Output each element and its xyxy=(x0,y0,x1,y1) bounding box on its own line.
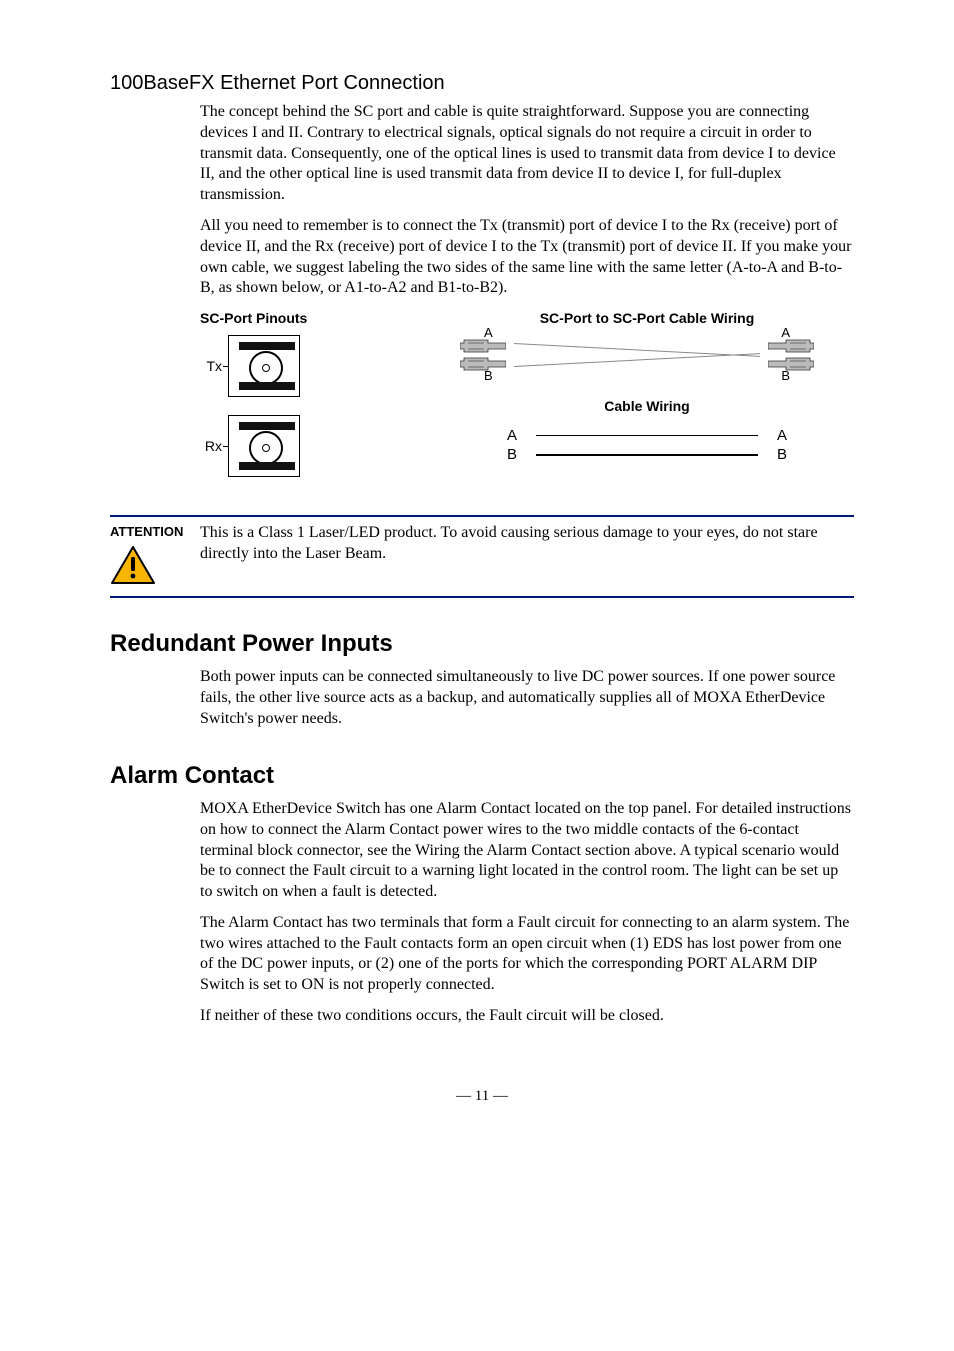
figure-wiring: SC-Port to SC-Port Cable Wiring A B A xyxy=(440,309,854,464)
wire-a-line xyxy=(536,435,758,437)
sc-plug-icon xyxy=(460,357,506,371)
label-a-right: A xyxy=(770,426,794,446)
heading-redundant-power: Redundant Power Inputs xyxy=(110,628,854,659)
label-b-left-bot: B xyxy=(484,368,493,385)
wire-b-line xyxy=(536,454,758,456)
paragraph-alarm-1: MOXA EtherDevice Switch has one Alarm Co… xyxy=(200,799,854,903)
port-tx: Tx xyxy=(200,335,440,397)
warning-triangle-icon xyxy=(110,545,200,590)
cable-wiring-diagram: Cable Wiring A A B B xyxy=(440,397,854,464)
paragraph-alarm-3: If neither of these two conditions occur… xyxy=(200,1006,854,1027)
section-redundant-body: Both power inputs can be connected simul… xyxy=(200,667,854,729)
plug-pair-left: A B xyxy=(460,339,506,371)
cross-cable-icon xyxy=(514,335,760,375)
sc-port-tx-icon xyxy=(228,335,300,397)
section-alarm-body: MOXA EtherDevice Switch has one Alarm Co… xyxy=(200,799,854,1027)
paragraph-fx-1: The concept behind the SC port and cable… xyxy=(200,102,854,206)
label-b-right-bot: B xyxy=(781,368,790,385)
heading-100basefx: 100BaseFX Ethernet Port Connection xyxy=(110,70,854,96)
heading-alarm-contact: Alarm Contact xyxy=(110,760,854,791)
attention-label-column: ATTENTION xyxy=(110,523,200,590)
figure-sc-ports: SC-Port Pinouts Tx Rx SC-Port to SC-Port… xyxy=(200,309,854,495)
paragraph-fx-2: All you need to remember is to connect t… xyxy=(200,216,854,299)
plug-cross-diagram: A B A B xyxy=(460,335,814,375)
port-rx: Rx xyxy=(200,415,440,477)
paragraph-redundant: Both power inputs can be connected simul… xyxy=(200,667,854,729)
plug-pair-right: A B xyxy=(768,339,814,371)
cable-wiring-title: Cable Wiring xyxy=(440,397,854,415)
label-b-right: B xyxy=(770,445,794,465)
label-b-left: B xyxy=(500,445,524,465)
sc-port-rx-icon xyxy=(228,415,300,477)
sc-plug-icon xyxy=(768,357,814,371)
attention-label: ATTENTION xyxy=(110,524,183,539)
figure-pinouts: SC-Port Pinouts Tx Rx xyxy=(200,309,440,495)
section-100basefx-body: The concept behind the SC port and cable… xyxy=(200,102,854,299)
paragraph-alarm-2: The Alarm Contact has two terminals that… xyxy=(200,913,854,996)
attention-block: ATTENTION This is a Class 1 Laser/LED pr… xyxy=(110,515,854,598)
label-a-right-top: A xyxy=(781,325,790,342)
port-tx-label: Tx xyxy=(200,357,222,375)
sc-plug-icon xyxy=(460,339,506,353)
label-a-left: A xyxy=(500,426,524,446)
page-number: — 11 — xyxy=(110,1087,854,1107)
port-rx-label: Rx xyxy=(200,437,222,455)
sc-plug-icon xyxy=(768,339,814,353)
figure-pinouts-title: SC-Port Pinouts xyxy=(200,309,440,327)
figure-wiring-title: SC-Port to SC-Port Cable Wiring xyxy=(440,309,854,327)
attention-text: This is a Class 1 Laser/LED product. To … xyxy=(200,523,854,590)
label-a-left-top: A xyxy=(484,325,493,342)
